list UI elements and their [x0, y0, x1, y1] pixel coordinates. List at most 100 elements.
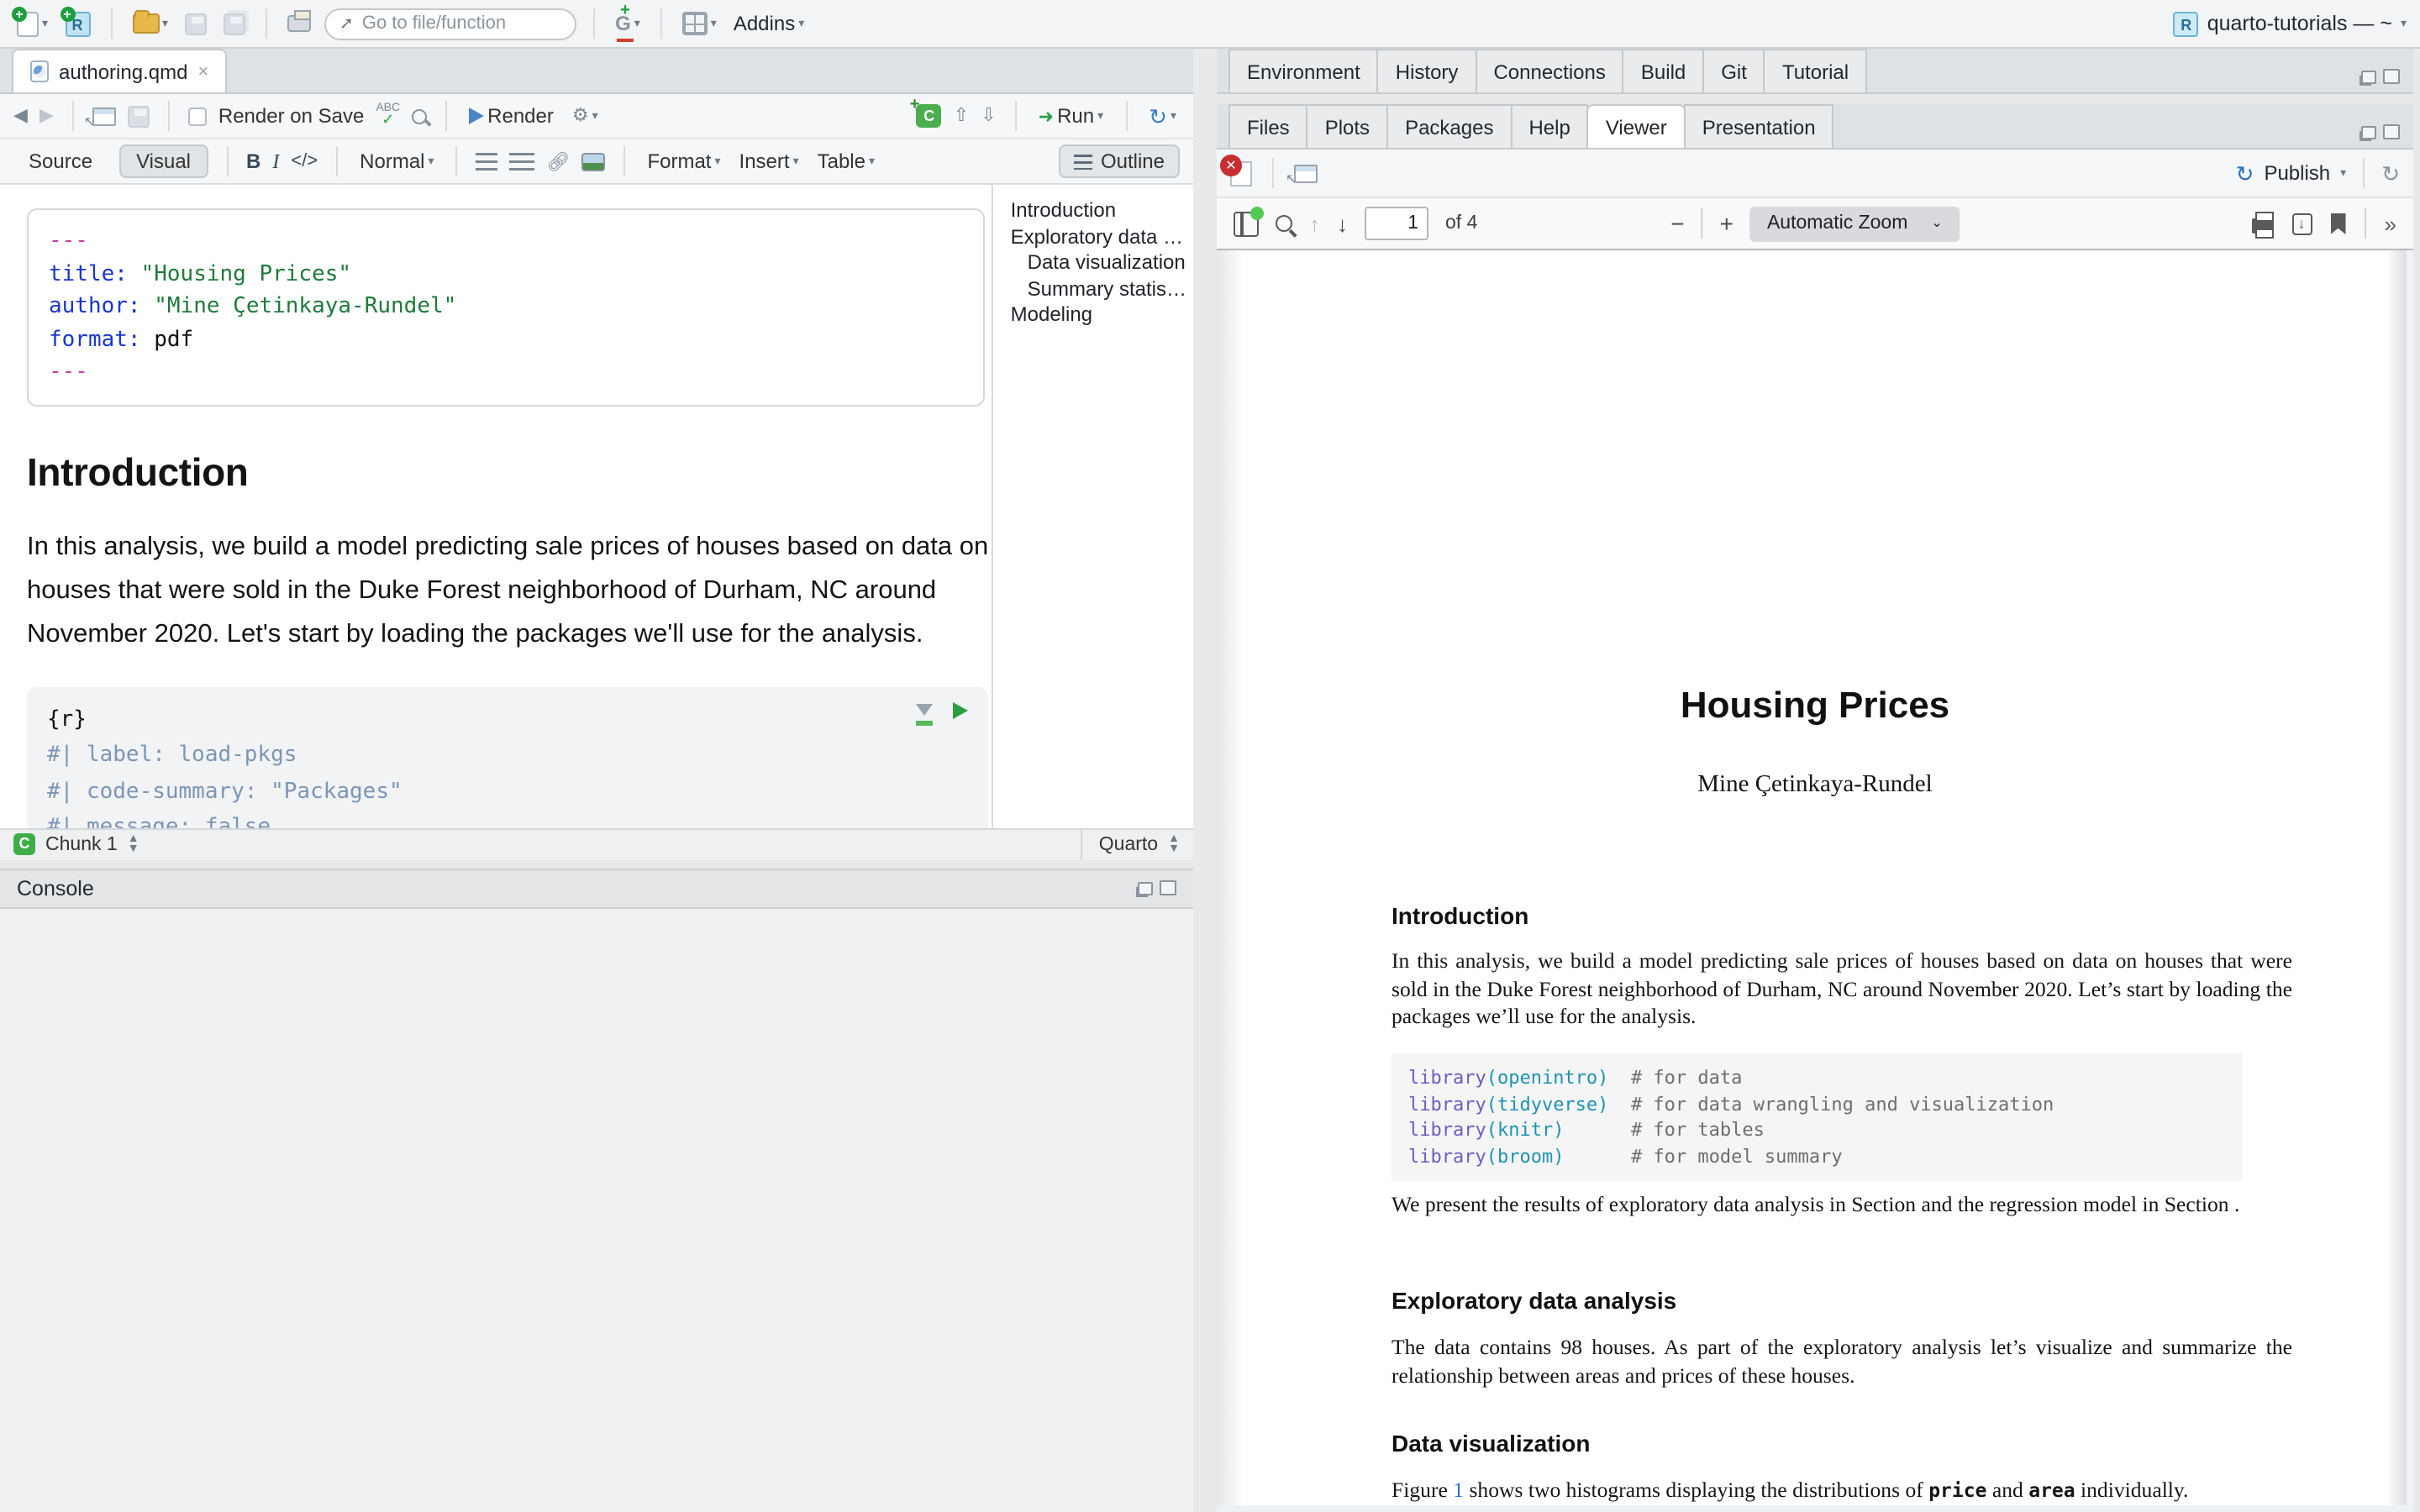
save-all-button[interactable]: [220, 11, 249, 36]
minimize-icon[interactable]: [2361, 125, 2376, 139]
pdf-previous-page-icon[interactable]: ↑: [1309, 211, 1320, 236]
tab-help[interactable]: Help: [1510, 104, 1588, 148]
new-file-button[interactable]: + ▾: [13, 9, 51, 38]
insert-chunk-button[interactable]: C: [917, 104, 942, 128]
italic-button[interactable]: I: [272, 149, 279, 174]
console-body[interactable]: [0, 908, 1193, 1512]
pdf-page-input[interactable]: 1: [1365, 207, 1428, 240]
outline-item-modeling[interactable]: Modeling: [1011, 302, 1186, 328]
bold-button[interactable]: B: [246, 150, 260, 173]
tab-environment[interactable]: Environment: [1228, 49, 1379, 92]
code-chunk-load-pkgs[interactable]: {r}#| label: load-pkgs#| code-summary: "…: [27, 686, 988, 827]
visual-editor-canvas[interactable]: ---title: "Housing Prices"author: "Mine …: [0, 185, 994, 827]
outline-item-introduction[interactable]: Introduction: [1011, 198, 1186, 224]
tab-viewer[interactable]: Viewer: [1587, 104, 1686, 148]
addins-menu[interactable]: Addins ▾: [730, 10, 808, 37]
tab-packages[interactable]: Packages: [1386, 104, 1512, 148]
outline-toggle-button[interactable]: Outline: [1059, 144, 1180, 178]
minimize-icon[interactable]: [1138, 881, 1153, 895]
tab-files[interactable]: Files: [1228, 104, 1308, 148]
chunk-jump-icon[interactable]: ▲▼: [128, 834, 139, 854]
chevron-down-icon: ▾: [798, 18, 804, 29]
maximize-icon[interactable]: [2383, 124, 2400, 139]
tab-authoring-qmd[interactable]: authoring.qmd ×: [12, 49, 227, 92]
maximize-icon[interactable]: [1160, 880, 1176, 895]
goto-file-input[interactable]: ➚ Go to file/function: [324, 8, 576, 39]
outline-item-summary-statis[interactable]: Summary statis…: [1011, 276, 1186, 302]
pdf-search-icon[interactable]: [1276, 215, 1292, 232]
code-format-button[interactable]: </>: [291, 151, 318, 171]
go-prev-section-icon[interactable]: ⇧: [954, 107, 969, 125]
source-mode-toggle[interactable]: Source: [13, 146, 108, 176]
chevron-down-icon[interactable]: ▾: [2340, 167, 2346, 179]
pdf-zoom-select[interactable]: Automatic Zoom ⌄: [1750, 206, 1960, 241]
paragraph-style-select[interactable]: Normal ▾: [356, 148, 437, 175]
clear-viewer-icon[interactable]: [1230, 160, 1252, 186]
search-icon[interactable]: [412, 108, 427, 123]
workspace-panes-button[interactable]: ▾: [679, 10, 720, 37]
tab-build[interactable]: Build: [1623, 49, 1704, 92]
tab-history[interactable]: History: [1377, 49, 1477, 92]
code-line: library(broom) # for model summary: [1408, 1143, 2225, 1169]
numbered-list-icon[interactable]: [510, 152, 535, 171]
open-file-button[interactable]: ▾: [129, 12, 171, 35]
source-button[interactable]: ↻ ▾: [1145, 103, 1180, 129]
render-options-button[interactable]: ⚙ ▾: [569, 105, 602, 127]
new-project-button[interactable]: R+: [61, 9, 93, 38]
maximize-icon[interactable]: [2383, 69, 2400, 84]
pdf-sidebar-toggle-icon[interactable]: [1234, 211, 1259, 236]
chunk-position-label[interactable]: Chunk 1: [45, 834, 118, 854]
save-icon[interactable]: [128, 105, 150, 127]
pdf-print-icon[interactable]: [2252, 218, 2274, 234]
pane-divider[interactable]: [0, 859, 1193, 868]
link-icon[interactable]: 🔗︎: [547, 150, 571, 172]
pdf-bookmark-icon[interactable]: [2331, 213, 2346, 234]
outline-item-data-visualization[interactable]: Data visualization: [1011, 250, 1186, 276]
run-button[interactable]: ➜ Run ▾: [1035, 102, 1107, 129]
popout-icon[interactable]: [92, 107, 116, 125]
visual-mode-toggle[interactable]: Visual: [119, 144, 208, 178]
doc-type-jump-icon[interactable]: ▲▼: [1168, 834, 1180, 854]
yaml-metadata-block[interactable]: ---title: "Housing Prices"author: "Mine …: [27, 208, 985, 406]
open-in-browser-icon[interactable]: [1294, 164, 1318, 182]
chevron-down-icon[interactable]: ▾: [2401, 18, 2407, 29]
insert-menu[interactable]: Insert ▾: [736, 148, 802, 175]
pdf-zoom-in-icon[interactable]: +: [1720, 210, 1733, 237]
close-icon[interactable]: ×: [197, 61, 208, 81]
pane-divider[interactable]: [1193, 49, 1217, 1512]
go-next-section-icon[interactable]: ⇩: [981, 107, 996, 125]
image-icon[interactable]: [581, 152, 605, 171]
version-control-button[interactable]: G+ ▾: [612, 12, 644, 35]
back-icon[interactable]: ◀: [13, 107, 28, 125]
tab-presentation[interactable]: Presentation: [1684, 104, 1834, 148]
tab-tutorial[interactable]: Tutorial: [1764, 49, 1867, 92]
new-project-icon: R+: [65, 11, 90, 36]
publish-label[interactable]: Publish: [2264, 161, 2330, 185]
pdf-zoom-out-icon[interactable]: −: [1670, 210, 1684, 237]
doc-type-label[interactable]: Quarto: [1099, 834, 1158, 854]
table-menu[interactable]: Table ▾: [814, 148, 878, 175]
console-title[interactable]: Console: [17, 876, 94, 900]
refresh-viewer-icon[interactable]: ↻: [2381, 162, 2400, 184]
format-menu[interactable]: Format ▾: [644, 148, 723, 175]
forward-icon[interactable]: ▶: [39, 107, 54, 125]
project-title[interactable]: quarto-tutorials — ~: [2207, 12, 2392, 35]
save-button[interactable]: [182, 11, 210, 36]
tab-git[interactable]: Git: [1702, 49, 1765, 92]
render-on-save-checkbox[interactable]: [188, 107, 207, 125]
print-button[interactable]: [284, 13, 314, 34]
render-button[interactable]: Render: [466, 102, 557, 129]
pdf-viewer-area[interactable]: Housing Prices Mine Çetinkaya-Rundel Int…: [1217, 250, 2413, 1512]
tab-plots[interactable]: Plots: [1307, 104, 1388, 148]
pdf-next-page-icon[interactable]: ↓: [1337, 211, 1348, 236]
pdf-scroll-track[interactable]: [2407, 250, 2413, 1505]
pdf-download-icon[interactable]: [2292, 213, 2312, 234]
outline-item-exploratory-data[interactable]: Exploratory data …: [1011, 224, 1186, 250]
minimize-icon[interactable]: [2361, 70, 2376, 83]
spellcheck-icon[interactable]: ABC✓: [376, 104, 400, 128]
bullet-list-icon[interactable]: [476, 152, 498, 171]
run-chunk-icon[interactable]: [953, 701, 968, 718]
pdf-more-tools-icon[interactable]: »: [2385, 211, 2396, 236]
run-chunks-above-icon[interactable]: [916, 704, 933, 716]
tab-connections[interactable]: Connections: [1475, 49, 1623, 92]
